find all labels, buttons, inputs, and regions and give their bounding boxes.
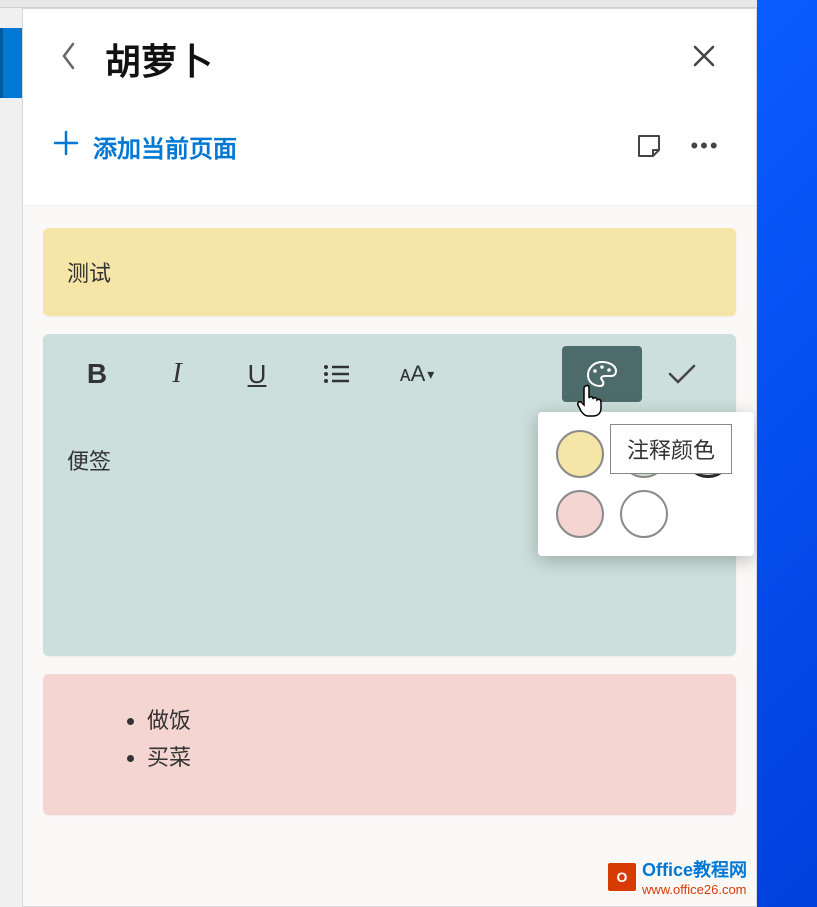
bold-button[interactable]: B bbox=[57, 346, 137, 402]
font-size-label: ᴀA bbox=[400, 361, 426, 387]
add-page-button[interactable]: 添加当前页面 bbox=[93, 129, 614, 164]
add-page-icon[interactable] bbox=[53, 130, 79, 162]
watermark-url: www.office26.com bbox=[642, 882, 747, 897]
confirm-button[interactable] bbox=[642, 346, 722, 402]
desktop-background bbox=[757, 0, 817, 907]
list-item: 买菜 bbox=[147, 739, 712, 776]
watermark-logo-icon: O bbox=[608, 863, 636, 891]
window-chrome-top bbox=[0, 0, 757, 8]
edge-sidebar-tab[interactable] bbox=[0, 28, 22, 98]
list-button[interactable] bbox=[297, 346, 377, 402]
action-row: 添加当前页面 ••• bbox=[23, 97, 756, 205]
underline-button[interactable]: U bbox=[217, 346, 297, 402]
watermark: O Office教程网 www.office26.com bbox=[608, 856, 747, 897]
color-option-white[interactable] bbox=[620, 490, 668, 538]
back-button[interactable] bbox=[53, 38, 85, 81]
note-card-pink[interactable]: 做饭 买菜 bbox=[43, 674, 736, 815]
color-tooltip: 注释颜色 bbox=[610, 424, 732, 474]
font-size-button[interactable]: ᴀA ▾ bbox=[377, 346, 457, 402]
more-options-button[interactable]: ••• bbox=[684, 125, 726, 167]
chevron-down-icon: ▾ bbox=[427, 366, 434, 383]
list-item: 做饭 bbox=[147, 702, 712, 739]
more-icon: ••• bbox=[690, 133, 719, 159]
collection-title: 胡萝卜 bbox=[105, 33, 662, 85]
color-option-yellow[interactable] bbox=[556, 430, 604, 478]
color-option-pink[interactable] bbox=[556, 490, 604, 538]
close-button[interactable] bbox=[682, 39, 726, 79]
notes-container: 测试 B I U ᴀA ▾ bbox=[23, 205, 756, 906]
note-card-yellow[interactable]: 测试 bbox=[43, 228, 736, 316]
cursor-pointer-icon bbox=[576, 384, 604, 426]
note-bullet-list: 做饭 买菜 bbox=[67, 702, 712, 777]
note-card-teal-editing[interactable]: B I U ᴀA ▾ 注 bbox=[43, 334, 736, 656]
note-text: 测试 bbox=[67, 261, 111, 286]
watermark-brand: Office教程网 bbox=[642, 856, 747, 882]
collections-panel: 胡萝卜 添加当前页面 ••• 测试 B I U bbox=[22, 8, 757, 907]
add-note-button[interactable] bbox=[628, 125, 670, 167]
note-format-toolbar: B I U ᴀA ▾ bbox=[43, 334, 736, 414]
italic-button[interactable]: I bbox=[137, 346, 217, 402]
panel-header: 胡萝卜 bbox=[23, 9, 756, 97]
